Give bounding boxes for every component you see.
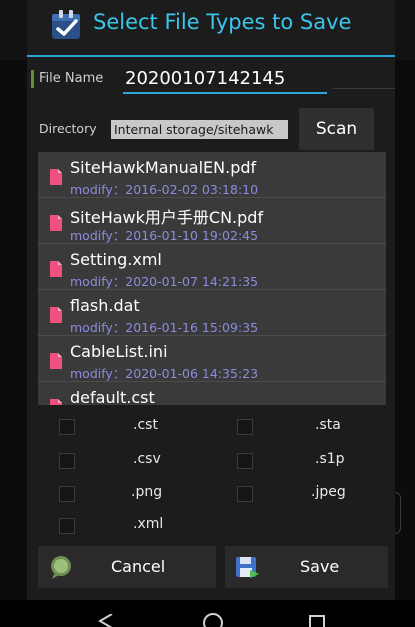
directory-row: Directory Internal storage/sitehawk Scan xyxy=(27,106,395,150)
system-nav-bar xyxy=(0,600,415,627)
filename-row: File Name 20200107142145 xyxy=(27,62,395,100)
title-divider xyxy=(27,55,395,57)
directory-field[interactable]: Internal storage/sitehawk xyxy=(111,120,288,139)
file-type-checkbox[interactable] xyxy=(237,419,253,435)
file-type-label: .s1p xyxy=(315,451,345,467)
home-circle-icon[interactable] xyxy=(202,612,224,627)
recents-square-icon[interactable] xyxy=(308,614,326,627)
filename-input[interactable]: 20200107142145 xyxy=(123,66,327,94)
file-type-checkbox[interactable] xyxy=(59,486,75,502)
file-type-option[interactable]: .s1p xyxy=(237,450,415,476)
file-list-item[interactable]: SiteHawkManualEN.pdf modify：2016-02-02 0… xyxy=(38,152,386,198)
file-modified: modify：2016-02-02 03:18:10 xyxy=(70,182,259,197)
file-list-item[interactable]: flash.dat modify：2016-01-16 15:09:35 xyxy=(38,290,386,336)
file-type-label: .cst xyxy=(133,417,158,433)
file-type-checkbox[interactable] xyxy=(59,419,75,435)
file-list-item[interactable]: Setting.xml modify：2020-01-07 14:21:35 xyxy=(38,244,386,290)
floppy-save-icon xyxy=(236,557,259,578)
filename-marker xyxy=(31,70,34,88)
file-modified: modify：2016-01-10 19:02:45 xyxy=(70,228,259,243)
file-modified: modify：2020-01-06 14:35:23 xyxy=(70,366,259,381)
file-type-option[interactable]: .sta xyxy=(237,416,415,442)
pdf-file-icon xyxy=(50,353,62,369)
pdf-file-icon xyxy=(50,261,62,277)
file-type-label: .csv xyxy=(133,451,161,467)
save-label: Save xyxy=(300,557,340,576)
chat-bubble-icon xyxy=(51,556,71,579)
file-modified: modify：2020-01-07 14:21:35 xyxy=(70,274,259,289)
file-name: CableList.ini xyxy=(70,342,168,361)
file-list[interactable]: SiteHawkManualEN.pdf modify：2016-02-02 0… xyxy=(38,152,386,405)
file-name: default.cst xyxy=(70,388,155,405)
dialog-title: Select File Types to Save xyxy=(93,10,352,34)
file-type-option[interactable]: .csv xyxy=(59,450,239,476)
file-list-item[interactable]: default.cst xyxy=(38,382,386,405)
file-type-label: .png xyxy=(131,484,163,500)
pdf-file-icon xyxy=(50,215,62,231)
file-name: SiteHawkManualEN.pdf xyxy=(70,158,257,177)
filename-trailing-line xyxy=(333,88,395,89)
file-type-label: .xml xyxy=(133,516,164,532)
screen: Select File Types to Save File Name 2020… xyxy=(0,0,415,627)
pdf-file-icon xyxy=(50,307,62,323)
file-type-option[interactable]: .jpeg xyxy=(237,483,415,509)
file-list-item[interactable]: CableList.ini modify：2020-01-06 14:35:23 xyxy=(38,336,386,382)
file-type-option[interactable]: .cst xyxy=(59,416,239,442)
file-type-options: .cst .sta .csv .s1p .png .jpeg .xml xyxy=(27,410,395,542)
cancel-label: Cancel xyxy=(111,557,166,576)
file-type-checkbox[interactable] xyxy=(237,453,253,469)
back-triangle-icon[interactable] xyxy=(96,614,116,627)
file-type-option[interactable]: .xml xyxy=(59,515,239,541)
scan-button[interactable]: Scan xyxy=(299,108,374,150)
file-modified: modify：2016-01-16 15:09:35 xyxy=(70,320,259,335)
save-button[interactable]: Save xyxy=(225,546,388,588)
file-type-checkbox[interactable] xyxy=(237,486,253,502)
file-type-label: .jpeg xyxy=(311,484,346,500)
pdf-file-icon xyxy=(50,169,62,185)
file-type-dialog: Select File Types to Save File Name 2020… xyxy=(27,0,395,600)
directory-label: Directory xyxy=(39,121,97,136)
file-type-checkbox[interactable] xyxy=(59,453,75,469)
cancel-button[interactable]: Cancel xyxy=(38,546,216,588)
file-type-label: .sta xyxy=(315,417,341,433)
filename-label: File Name xyxy=(39,71,104,86)
file-list-item[interactable]: SiteHawk用户手册CN.pdf modify：2016-01-10 19:… xyxy=(38,198,386,244)
file-name: flash.dat xyxy=(70,296,140,315)
dialog-title-bar: Select File Types to Save xyxy=(27,0,395,57)
file-type-option[interactable]: .png xyxy=(59,483,239,509)
pdf-file-icon xyxy=(50,399,62,405)
file-type-checkbox[interactable] xyxy=(59,518,75,534)
file-name: Setting.xml xyxy=(70,250,162,269)
checklist-clipboard-icon xyxy=(52,10,80,39)
